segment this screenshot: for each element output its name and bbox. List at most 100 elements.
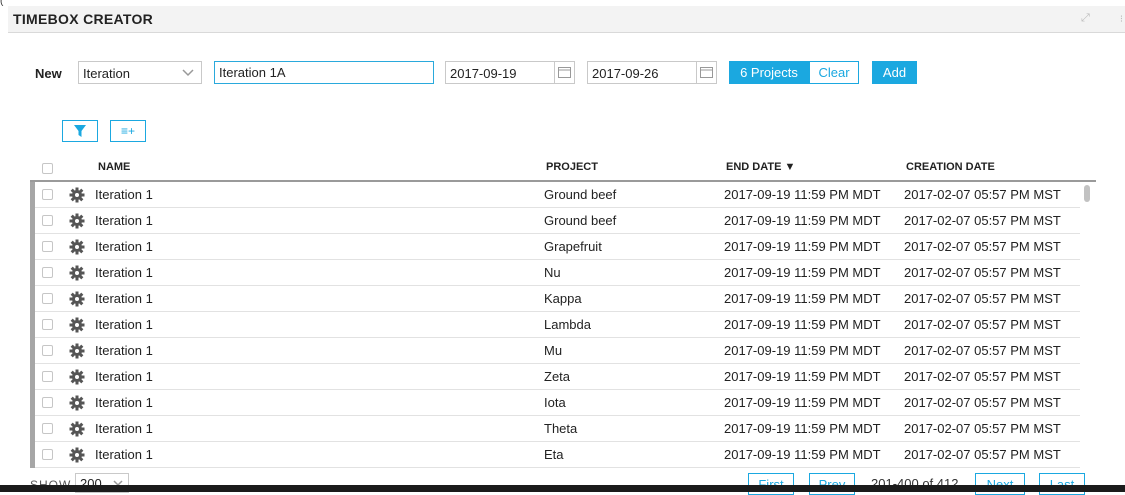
cell-name[interactable]: Iteration 1 [95,369,153,384]
row-drag-handle[interactable] [30,416,35,442]
gear-icon[interactable] [69,395,85,411]
column-header-project[interactable]: PROJECT [546,161,598,173]
table-row[interactable]: Iteration 1 Ground beef 2017-09-19 11:59 P… [30,208,1080,234]
row-checkbox[interactable] [42,189,53,200]
cell-name[interactable]: Iteration 1 [95,239,153,254]
row-checkbox[interactable] [42,241,53,252]
divider [696,62,697,83]
scrollbar-thumb[interactable] [1084,185,1090,202]
table-row[interactable]: Iteration 1 Theta 2017-09-19 11:59 PM MDT 2… [30,416,1080,442]
cell-name[interactable]: Iteration 1 [95,343,153,358]
row-checkbox[interactable] [42,345,53,356]
row-drag-handle[interactable] [30,312,35,338]
table-row[interactable]: Iteration 1 Nu 2017-09-19 11:59 PM MDT 2017… [30,260,1080,286]
table-row[interactable]: Iteration 1 Iota 2017-09-19 11:59 PM MDT 20… [30,390,1080,416]
gear-icon[interactable] [69,369,85,385]
start-date-field[interactable]: 2017-09-19 [445,61,575,84]
row-checkbox[interactable] [42,397,53,408]
row-drag-handle[interactable] [30,234,35,260]
edge-handle-icon[interactable]: ⁝ [1120,14,1123,25]
cell-creation-date: 2017-02-07 05:57 PM MST [904,447,1061,462]
sort-desc-icon: ▼ [784,161,796,173]
cell-end-date: 2017-09-19 11:59 PM MDT [724,447,881,462]
projects-button[interactable]: 6 Projects [729,61,809,84]
expand-icon[interactable]: ⤢ [1081,12,1095,26]
gear-icon[interactable] [69,187,85,203]
gear-icon[interactable] [69,265,85,281]
cell-name[interactable]: Iteration 1 [95,421,153,436]
gear-icon[interactable] [69,421,85,437]
row-checkbox[interactable] [42,423,53,434]
calendar-icon[interactable] [558,66,571,78]
end-date-field[interactable]: 2017-09-26 [587,61,717,84]
vertical-scrollbar[interactable] [1080,182,1096,468]
cell-name[interactable]: Iteration 1 [95,213,153,228]
timebox-type-select[interactable]: Iteration [78,61,202,84]
table-row[interactable]: Iteration 1 Zeta 2017-09-19 11:59 PM MDT 20… [30,364,1080,390]
row-drag-handle[interactable] [30,286,35,312]
add-button[interactable]: Add [872,61,917,84]
table-row[interactable]: Iteration 1 Grapefruit 2017-09-19 11:59 PM… [30,234,1080,260]
cell-creation-date: 2017-02-07 05:57 PM MST [904,291,1061,306]
row-drag-handle[interactable] [30,182,35,208]
title-bar: TIMEBOX CREATOR ⤢ ⁝ [8,6,1125,33]
cell-creation-date: 2017-02-07 05:57 PM MST [904,421,1061,436]
bottom-bar [0,485,1125,492]
row-drag-handle[interactable] [30,208,35,234]
calendar-icon[interactable] [700,66,713,78]
table-row[interactable]: Iteration 1 Lambda 2017-09-19 11:59 PM MDT… [30,312,1080,338]
table-row[interactable]: Iteration 1 Eta 2017-09-19 11:59 PM MDT 201… [30,442,1080,468]
gear-icon[interactable] [69,239,85,255]
cell-name[interactable]: Iteration 1 [95,265,153,280]
cell-creation-date: 2017-02-07 05:57 PM MST [904,343,1061,358]
table-row[interactable]: Iteration 1 Ground beef 2017-09-19 11:59 P… [30,182,1080,208]
gear-icon[interactable] [69,343,85,359]
cell-end-date: 2017-09-19 11:59 PM MDT [724,213,881,228]
cell-name[interactable]: Iteration 1 [95,187,153,202]
clear-button[interactable]: Clear [809,61,859,84]
row-checkbox[interactable] [42,371,53,382]
cell-name[interactable]: Iteration 1 [95,447,153,462]
row-checkbox[interactable] [42,215,53,226]
row-checkbox[interactable] [42,267,53,278]
cell-name[interactable]: Iteration 1 [95,317,153,332]
row-drag-handle[interactable] [30,364,35,390]
cell-creation-date: 2017-02-07 05:57 PM MST [904,239,1061,254]
select-all-checkbox[interactable] [42,163,53,174]
app-title: TIMEBOX CREATOR [13,11,154,27]
table-row[interactable]: Iteration 1 Kappa 2017-09-19 11:59 PM MDT 2… [30,286,1080,312]
gear-icon[interactable] [69,291,85,307]
field-picker-button[interactable]: ≡+ [110,120,146,142]
row-checkbox[interactable] [42,449,53,460]
timebox-name-input[interactable] [214,61,434,84]
cell-creation-date: 2017-02-07 05:57 PM MST [904,213,1061,228]
table-row[interactable]: Iteration 1 Mu 2017-09-19 11:59 PM MDT 2017… [30,338,1080,364]
column-header-end-date[interactable]: END DATE ▼ [726,161,795,173]
cell-end-date: 2017-09-19 11:59 PM MDT [724,395,881,410]
row-drag-handle[interactable] [30,442,35,468]
filter-icon [74,125,86,137]
gear-icon[interactable] [69,213,85,229]
row-drag-handle[interactable] [30,390,35,416]
row-checkbox[interactable] [42,293,53,304]
cell-project: Mu [544,343,563,358]
timebox-type-value: Iteration [83,66,130,81]
end-date-value: 2017-09-26 [592,66,659,81]
gear-icon[interactable] [69,447,85,463]
row-drag-handle[interactable] [30,260,35,286]
cell-end-date: 2017-09-19 11:59 PM MDT [724,343,881,358]
filter-button[interactable] [62,120,98,142]
cell-creation-date: 2017-02-07 05:57 PM MST [904,187,1061,202]
cell-end-date: 2017-09-19 11:59 PM MDT [724,239,881,254]
column-header-name[interactable]: NAME [98,161,130,173]
gear-icon[interactable] [69,317,85,333]
cell-project: Ground beef [544,187,617,202]
grid-body: Iteration 1 Ground beef 2017-09-19 11:59 P… [30,182,1080,468]
cell-name[interactable]: Iteration 1 [95,395,153,410]
cell-project: Lambda [544,317,591,332]
cell-name[interactable]: Iteration 1 [95,291,153,306]
cell-end-date: 2017-09-19 11:59 PM MDT [724,317,881,332]
row-checkbox[interactable] [42,319,53,330]
row-drag-handle[interactable] [30,338,35,364]
column-header-creation-date[interactable]: CREATION DATE [906,161,995,173]
